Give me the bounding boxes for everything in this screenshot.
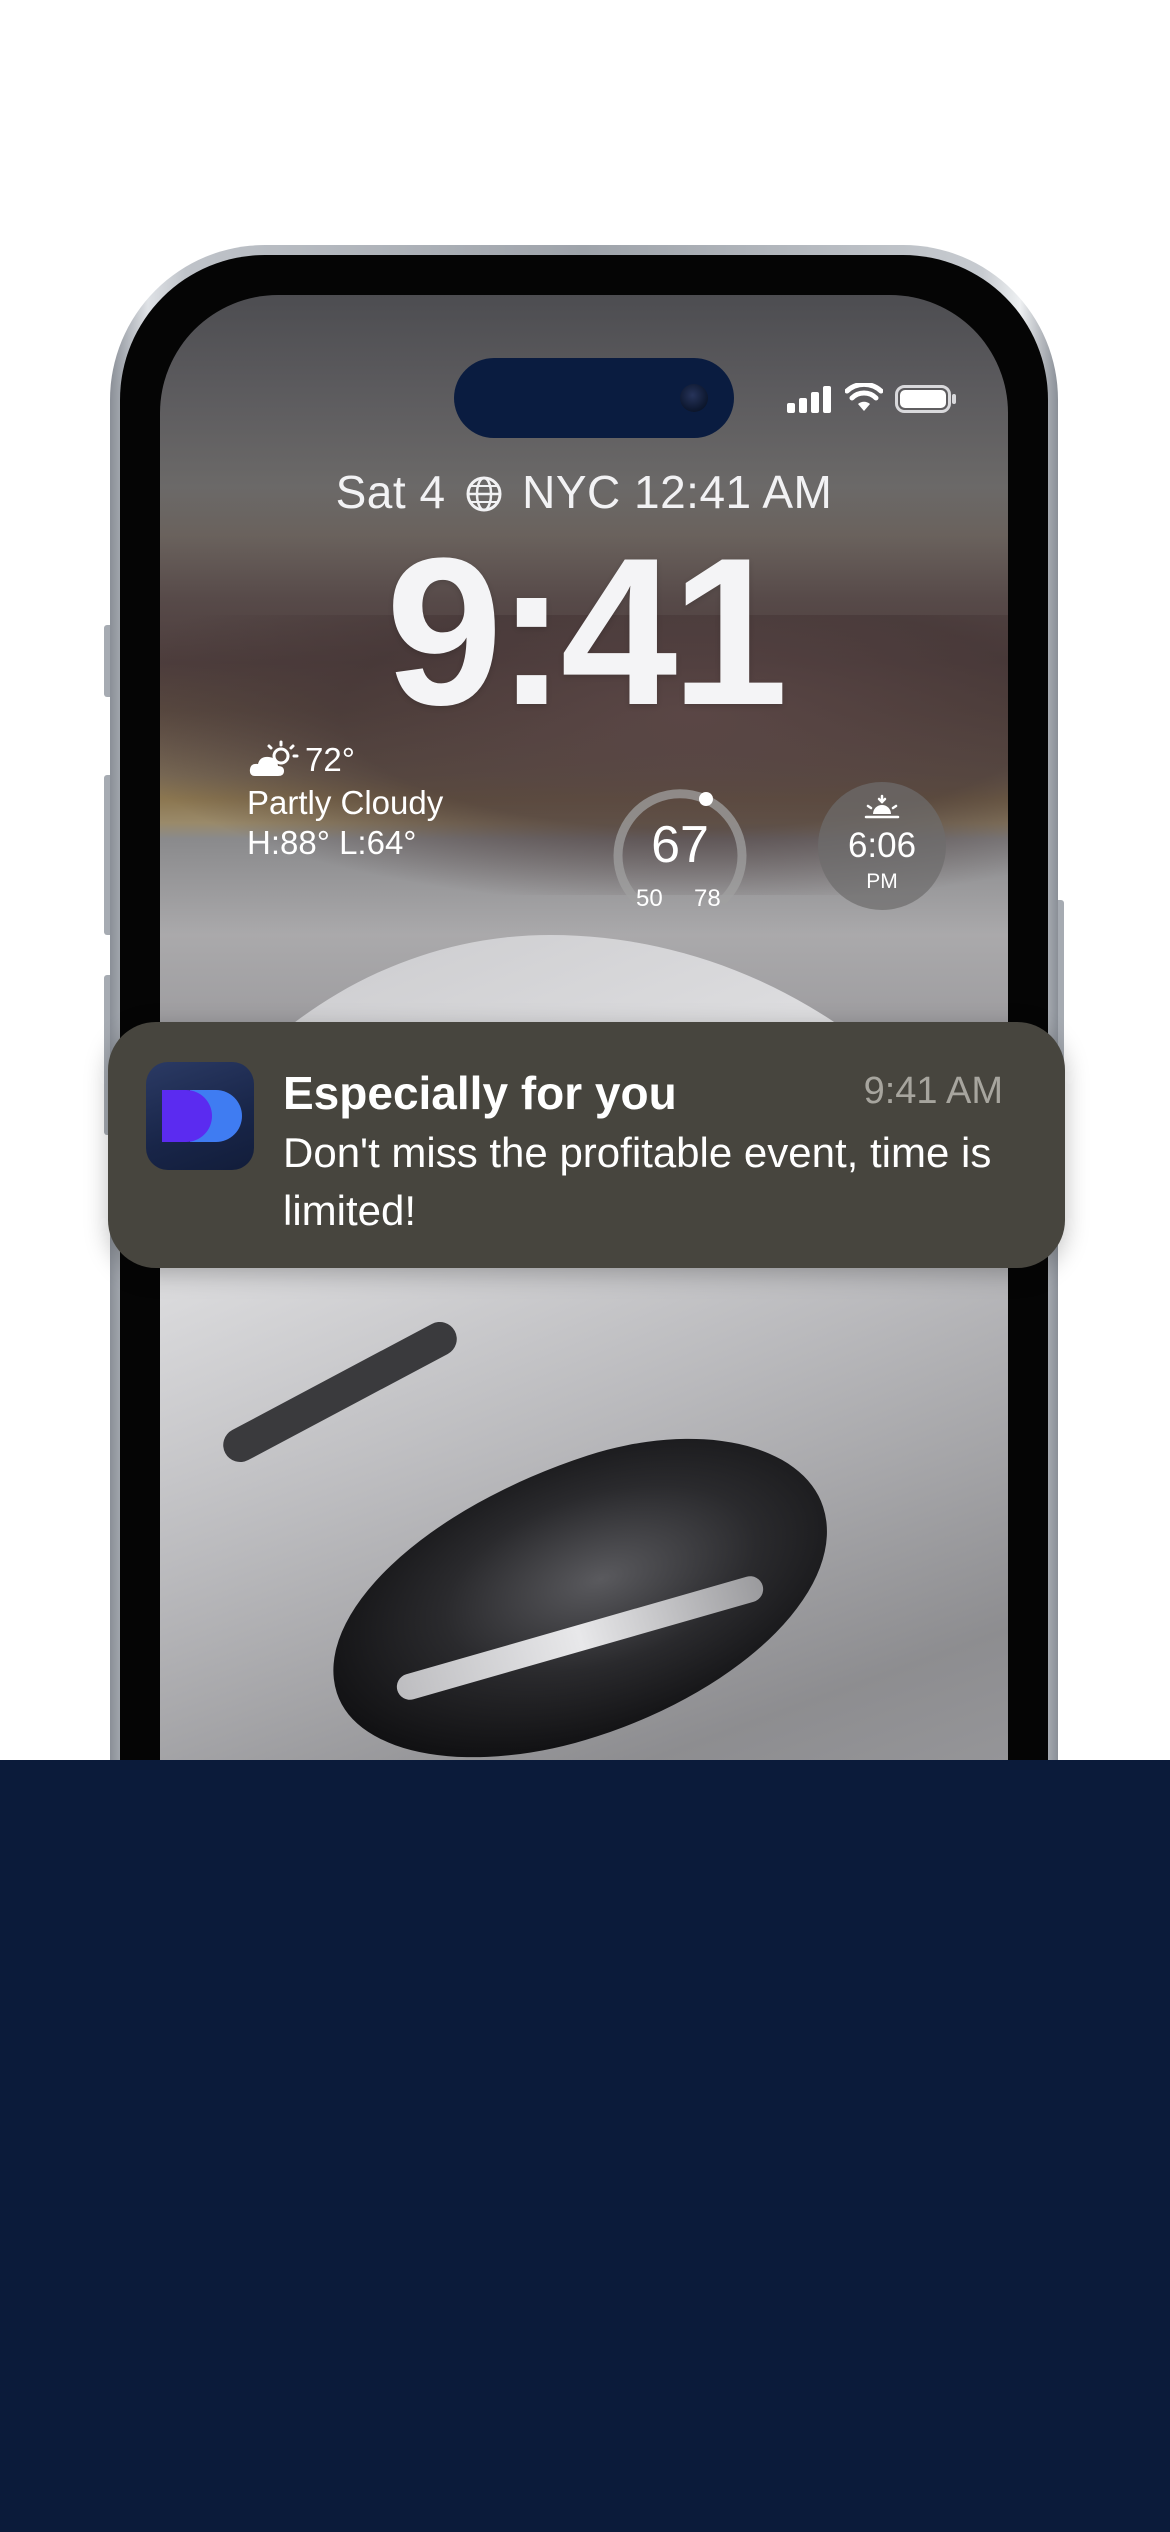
notification-banner[interactable]: Especially for you 9:41 AM Don't miss th…	[108, 1022, 1065, 1268]
gauge-low-temp: 50	[636, 885, 663, 912]
sunset-icon	[864, 794, 900, 819]
globe-icon	[466, 476, 502, 512]
weather-widget[interactable]: 72° Partly Cloudy H:88° L:64°	[247, 740, 443, 862]
status-bar	[160, 383, 1008, 415]
app-logo-icon	[146, 1062, 254, 1170]
signal-icon	[787, 385, 833, 413]
date-label: Sat 4	[335, 466, 446, 518]
sunset-widget[interactable]: 6:06 PM	[818, 782, 946, 910]
weather-condition: Partly Cloudy	[247, 784, 444, 821]
temperature-gauge-widget[interactable]: 67 50 78	[610, 785, 750, 925]
weather-high-low: H:88° L:64°	[247, 824, 417, 861]
notification-title: Especially for you	[283, 1067, 677, 1119]
gauge-indicator	[699, 792, 713, 806]
notification-body: Don't miss the profitable event, time is…	[283, 1129, 992, 1234]
sunset-period: PM	[866, 870, 898, 893]
weather-temperature: 72°	[305, 741, 355, 778]
date-world-clock: Sat 4 NYC 12:41 AM	[160, 465, 1008, 519]
gauge-high-temp: 78	[694, 885, 721, 912]
notification-time: 9:41 AM	[863, 1070, 1003, 1112]
world-clock-label: NYC 12:41 AM	[522, 466, 833, 518]
sunset-time: 6:06	[847, 826, 917, 865]
lock-screen-clock: 9:41	[385, 514, 788, 749]
wifi-icon	[845, 383, 883, 411]
gauge-current-temp: 67	[651, 816, 709, 874]
cloud-sun-icon	[249, 740, 299, 776]
battery-icon	[895, 385, 956, 413]
bottom-background-band	[0, 1760, 1170, 2532]
